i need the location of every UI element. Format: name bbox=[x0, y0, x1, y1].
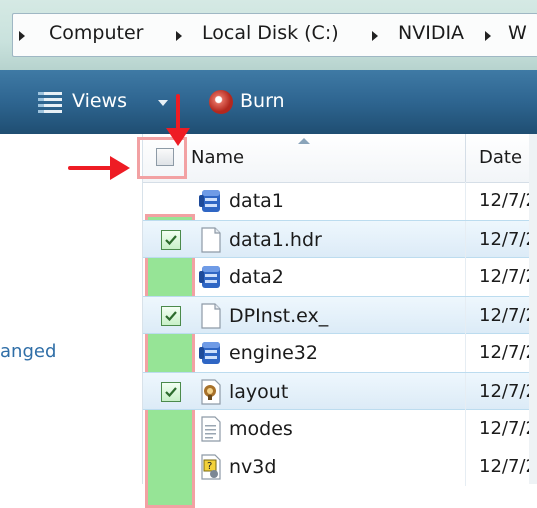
column-divider bbox=[465, 334, 466, 372]
burn-button[interactable]: Burn bbox=[240, 90, 285, 112]
file-row[interactable]: engine32 12/7/2 bbox=[143, 334, 537, 372]
file-row[interactable]: data1 12/7/2 bbox=[143, 182, 537, 220]
vertical-scrollbar[interactable] bbox=[529, 134, 537, 484]
text-file-icon bbox=[199, 416, 223, 442]
breadcrumb-arrow-icon[interactable] bbox=[176, 31, 182, 41]
file-name: data1.hdr bbox=[229, 229, 322, 251]
file-name: modes bbox=[229, 418, 293, 440]
sort-ascending-icon bbox=[298, 138, 310, 144]
file-row[interactable]: DPInst.ex_ 12/7/2 bbox=[143, 296, 537, 335]
row-checkbox[interactable] bbox=[161, 306, 181, 326]
breadcrumb-arrow-icon[interactable] bbox=[485, 31, 491, 41]
command-toolbar: Views Burn bbox=[0, 70, 537, 134]
breadcrumb-arrow-icon[interactable] bbox=[19, 31, 25, 41]
file-row[interactable]: layout 12/7/2 bbox=[143, 372, 537, 411]
cab-icon bbox=[199, 340, 223, 366]
file-name: DPInst.ex_ bbox=[229, 305, 329, 327]
cab-icon bbox=[199, 188, 223, 214]
file-row[interactable]: ? nv3d 12/7/2 bbox=[143, 448, 537, 486]
breadcrumb-local-disk[interactable]: Local Disk (C:) bbox=[202, 22, 339, 44]
row-checkbox[interactable] bbox=[161, 382, 181, 402]
column-header-row: Name Date m bbox=[137, 134, 537, 183]
svg-text:?: ? bbox=[207, 461, 212, 472]
burn-disc-icon[interactable] bbox=[209, 90, 233, 114]
column-divider bbox=[465, 297, 466, 335]
breadcrumb-nvidia[interactable]: NVIDIA bbox=[398, 22, 464, 44]
views-button[interactable]: Views bbox=[72, 90, 127, 112]
address-bar[interactable]: Computer Local Disk (C:) NVIDIA W bbox=[12, 13, 537, 57]
navigation-pane: anged bbox=[0, 134, 143, 484]
column-divider bbox=[465, 448, 466, 486]
column-divider bbox=[465, 182, 466, 220]
file-name: layout bbox=[229, 381, 289, 403]
column-header-name[interactable]: Name bbox=[191, 147, 244, 168]
cab-icon bbox=[199, 264, 223, 290]
file-row[interactable]: data2 12/7/2 bbox=[143, 258, 537, 296]
file-list: Name Date m data112/7/2data1.hdr12/7/2da… bbox=[137, 134, 537, 508]
column-divider bbox=[465, 221, 466, 259]
file-name: engine32 bbox=[229, 342, 318, 364]
settings-file-icon: ? bbox=[199, 454, 223, 480]
nav-link-partial[interactable]: anged bbox=[0, 341, 56, 362]
blank-file-icon bbox=[199, 227, 223, 253]
breadcrumb-arrow-icon[interactable] bbox=[372, 31, 378, 41]
file-row[interactable]: modes 12/7/2 bbox=[143, 410, 537, 448]
file-row[interactable]: data1.hdr 12/7/2 bbox=[143, 220, 537, 259]
column-divider bbox=[465, 373, 466, 411]
breadcrumb-computer[interactable]: Computer bbox=[49, 22, 143, 44]
file-name: data1 bbox=[229, 190, 284, 212]
package-icon bbox=[199, 379, 223, 405]
column-divider bbox=[465, 258, 466, 296]
blank-file-icon bbox=[199, 303, 223, 329]
breadcrumb-w[interactable]: W bbox=[508, 22, 527, 44]
column-divider bbox=[465, 410, 466, 448]
row-checkbox[interactable] bbox=[161, 230, 181, 250]
address-bar-area: Computer Local Disk (C:) NVIDIA W bbox=[0, 0, 537, 70]
column-divider[interactable] bbox=[465, 134, 466, 182]
chevron-down-icon[interactable] bbox=[158, 100, 168, 106]
file-name: nv3d bbox=[229, 456, 277, 478]
views-icon[interactable] bbox=[38, 92, 62, 113]
file-name: data2 bbox=[229, 266, 284, 288]
annotation-box bbox=[137, 137, 187, 179]
